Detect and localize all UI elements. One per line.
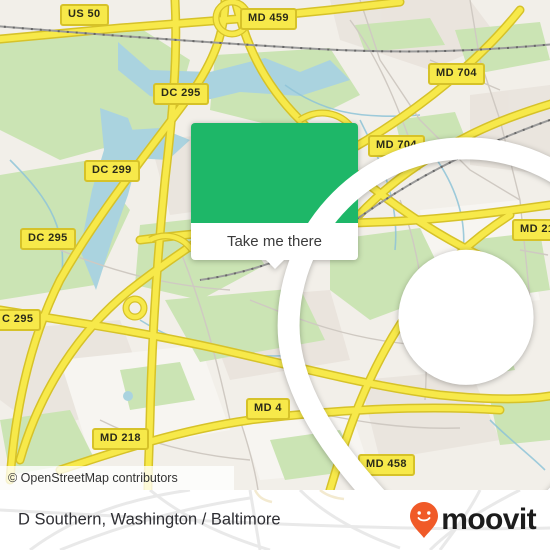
moovit-wordmark: moovit: [441, 503, 536, 536]
map-attribution[interactable]: © OpenStreetMap contributors: [0, 466, 234, 490]
station-popup-card[interactable]: Take me there: [191, 123, 550, 490]
footer-bar: D Southern, Washington / Baltimore moovi…: [0, 490, 550, 550]
moovit-station-map-screen: US 50 MD 459 MD 704 DC 295 MD 704 DC 299…: [0, 0, 550, 550]
take-me-there-label: Take me there: [226, 233, 323, 250]
road-shield: MD 704: [428, 63, 485, 85]
road-shield: US 50: [60, 4, 109, 26]
road-shield: DC 299: [84, 160, 140, 182]
map-pin-icon: [277, 137, 550, 490]
moovit-smiley-pin-icon: [410, 502, 439, 538]
attribution-text: © OpenStreetMap contributors: [8, 471, 178, 485]
popup-header: [191, 123, 550, 490]
moovit-logo[interactable]: moovit: [409, 501, 537, 539]
popup-tail-pointer: [265, 260, 284, 269]
road-shield: MD 459: [240, 8, 297, 30]
map-canvas[interactable]: US 50 MD 459 MD 704 DC 295 MD 704 DC 299…: [0, 0, 550, 490]
page-title: D Southern, Washington / Baltimore: [18, 510, 281, 529]
road-shield: C 295: [0, 309, 42, 331]
road-shield: DC 295: [153, 83, 209, 105]
road-shield: MD 218: [92, 428, 149, 450]
road-shield: DC 295: [20, 228, 76, 250]
popup-footer[interactable]: Take me there: [191, 223, 358, 269]
